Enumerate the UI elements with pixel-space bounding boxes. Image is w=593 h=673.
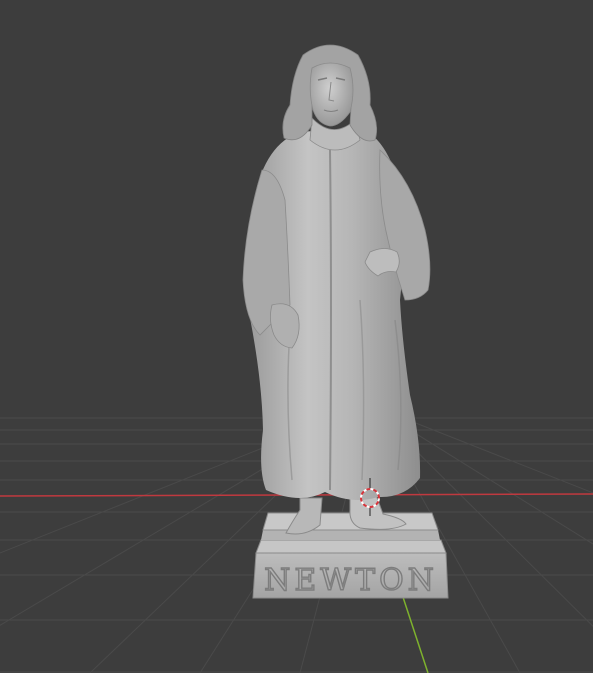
pedestal[interactable]: NEWTON [252, 512, 449, 599]
statue-figure[interactable] [242, 44, 431, 535]
3d-viewport[interactable]: NEWTON [0, 0, 593, 673]
pedestal-inscription: NEWTON [264, 563, 438, 598]
